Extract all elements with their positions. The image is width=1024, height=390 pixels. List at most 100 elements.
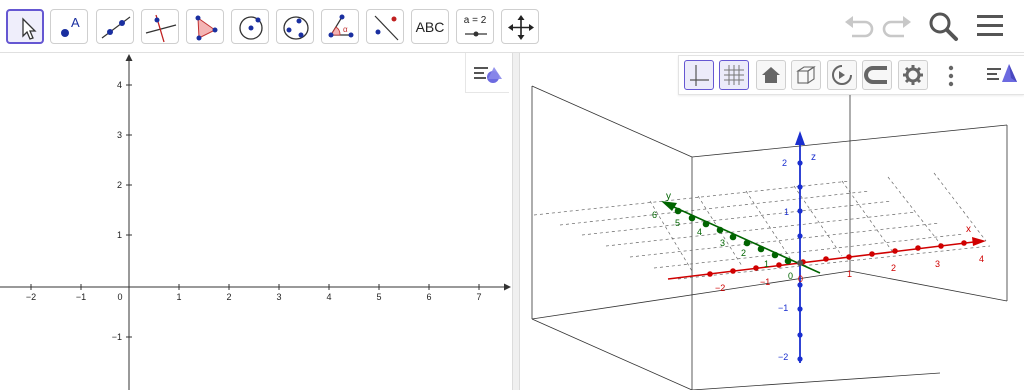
y-axis-point: [716, 226, 724, 234]
origin-point: [797, 260, 803, 266]
y-tick-label: 2: [117, 180, 122, 190]
y-tick-label-3d: 0: [788, 271, 793, 281]
x-tick-label-3d: 4: [979, 254, 984, 264]
axes-toggle-icon: [690, 65, 709, 86]
graphics-view-2d[interactable]: −2 −1 0 1 2 3 4 5 6 7 4 3 2 1 −1: [0, 53, 512, 390]
search-button[interactable]: [925, 8, 961, 44]
y-tick-label: 3: [117, 130, 122, 140]
x-tick-label-3d: −1: [760, 277, 770, 287]
undo-button[interactable]: [840, 8, 876, 44]
z-axis-point: [797, 356, 803, 362]
z-tick-label-3d: −2: [778, 352, 788, 362]
slider-tool-button[interactable]: a = 2: [456, 9, 494, 44]
z-axis-point: [797, 160, 803, 166]
main-menu-button[interactable]: [972, 8, 1008, 44]
angle-tool-button[interactable]: α: [321, 9, 359, 44]
slider-icon: [465, 31, 487, 37]
z-axis-label: z: [811, 152, 816, 163]
polygon-icon: [195, 15, 218, 41]
grid-toggle-button[interactable]: [719, 60, 749, 90]
point-tool-button[interactable]: A: [50, 9, 88, 44]
x-tick-label: 0: [117, 292, 122, 302]
stylebar-toggle-2d[interactable]: [465, 53, 509, 93]
z-tick-label-3d: 1: [784, 207, 789, 217]
z-axis-point: [797, 233, 803, 239]
x-tick-label: −1: [76, 292, 86, 302]
polygon-tool-button[interactable]: [186, 9, 224, 44]
stylebar-icon: [987, 64, 1017, 82]
perpendicular-line-icon: [145, 14, 177, 43]
more-vertical-icon: [948, 65, 954, 87]
projection-button[interactable]: [862, 60, 892, 90]
circle-center-tool-button[interactable]: [231, 9, 269, 44]
x-tick-label-3d: 2: [891, 263, 896, 273]
line-tool-button[interactable]: [96, 9, 134, 44]
x-tick-label-3d: 1: [847, 269, 852, 279]
y-axis-point: [702, 220, 710, 228]
svg-text:A: A: [71, 15, 80, 30]
move-arrows-icon: [508, 15, 534, 40]
reflect-tool-button[interactable]: [366, 9, 404, 44]
x-tick-label-3d: 3: [935, 259, 940, 269]
graphics-2d-canvas[interactable]: −2 −1 0 1 2 3 4 5 6 7 4 3 2 1 −1: [0, 53, 512, 390]
y-axis-point: [674, 207, 682, 215]
z-axis-point: [797, 332, 803, 338]
x-tick-label: 4: [326, 292, 331, 302]
stylebar-toggle-3d[interactable]: [979, 56, 1023, 94]
z-axis-point: [797, 306, 803, 312]
circle-three-points-tool-button[interactable]: [276, 9, 314, 44]
z-tick-label-3d: 2: [782, 158, 787, 168]
x-tick-label: 7: [476, 292, 481, 302]
svg-text:α: α: [343, 25, 348, 34]
y-axis-arrow-icon: [661, 201, 677, 211]
y-axis-point: [784, 257, 792, 265]
y-axis-point: [688, 214, 696, 222]
y-axis-point: [743, 239, 751, 247]
y-tick-label: 4: [117, 80, 122, 90]
y-tick-label-3d: 6: [652, 210, 657, 220]
redo-icon: [882, 16, 911, 38]
grid-toggle-icon: [724, 65, 744, 85]
perpendicular-tool-button[interactable]: [141, 9, 179, 44]
x-axis-point: [938, 243, 944, 249]
move-graphics-view-tool-button[interactable]: [501, 9, 539, 44]
main-toolbar: A α ABC a = 2: [0, 0, 1024, 53]
x-tick-label-3d: −2: [715, 283, 725, 293]
view-in-front-icon: [796, 65, 816, 85]
x-axis-point: [892, 248, 898, 254]
y-tick-label-3d: 1: [764, 259, 769, 269]
text-tool-button[interactable]: ABC: [411, 9, 449, 44]
y-tick-label-3d: 4: [697, 227, 702, 237]
y-axis-arrow-icon: [125, 54, 133, 61]
x-axis-point: [869, 251, 875, 257]
redo-button[interactable]: [880, 8, 916, 44]
angle-icon: α: [328, 14, 354, 38]
x-axis-point: [776, 262, 782, 268]
gear-icon: [903, 65, 923, 85]
standard-view-button[interactable]: [756, 60, 786, 90]
rotate-view-button[interactable]: [827, 60, 857, 90]
graphics-view-3d[interactable]: x y z −2 −1 0 1 2 3 4 0 1 2 3 4 5 6 2 1 −1 −2: [520, 53, 1024, 390]
xy-grid: [533, 172, 991, 280]
stylebar-3d: [678, 55, 1024, 95]
axes-toggle-button[interactable]: [684, 60, 714, 90]
settings-button[interactable]: [898, 60, 928, 90]
x-axis-point: [823, 256, 829, 262]
view-in-front-button[interactable]: [791, 60, 821, 90]
x-tick-label-3d: 0: [798, 274, 803, 284]
y-axis-point: [757, 245, 765, 253]
y-axis-label: y: [666, 191, 671, 202]
view-divider[interactable]: [512, 53, 520, 390]
x-axis-point: [915, 245, 921, 251]
graphics-3d-canvas[interactable]: x y z −2 −1 0 1 2 3 4 0 1 2 3 4 5 6 2 1 −1 −2: [520, 53, 1024, 390]
y-tick-label: 1: [117, 230, 122, 240]
x-axis-point: [730, 268, 736, 274]
projection-icon: [864, 66, 887, 84]
more-options-button[interactable]: [941, 62, 961, 90]
move-tool-button[interactable]: [6, 9, 44, 44]
x-axis-point: [753, 265, 759, 271]
x-tick-label: 5: [376, 292, 381, 302]
z-tick-label-3d: −1: [778, 303, 788, 313]
x-tick-label: −2: [26, 292, 36, 302]
undo-icon: [845, 16, 874, 38]
